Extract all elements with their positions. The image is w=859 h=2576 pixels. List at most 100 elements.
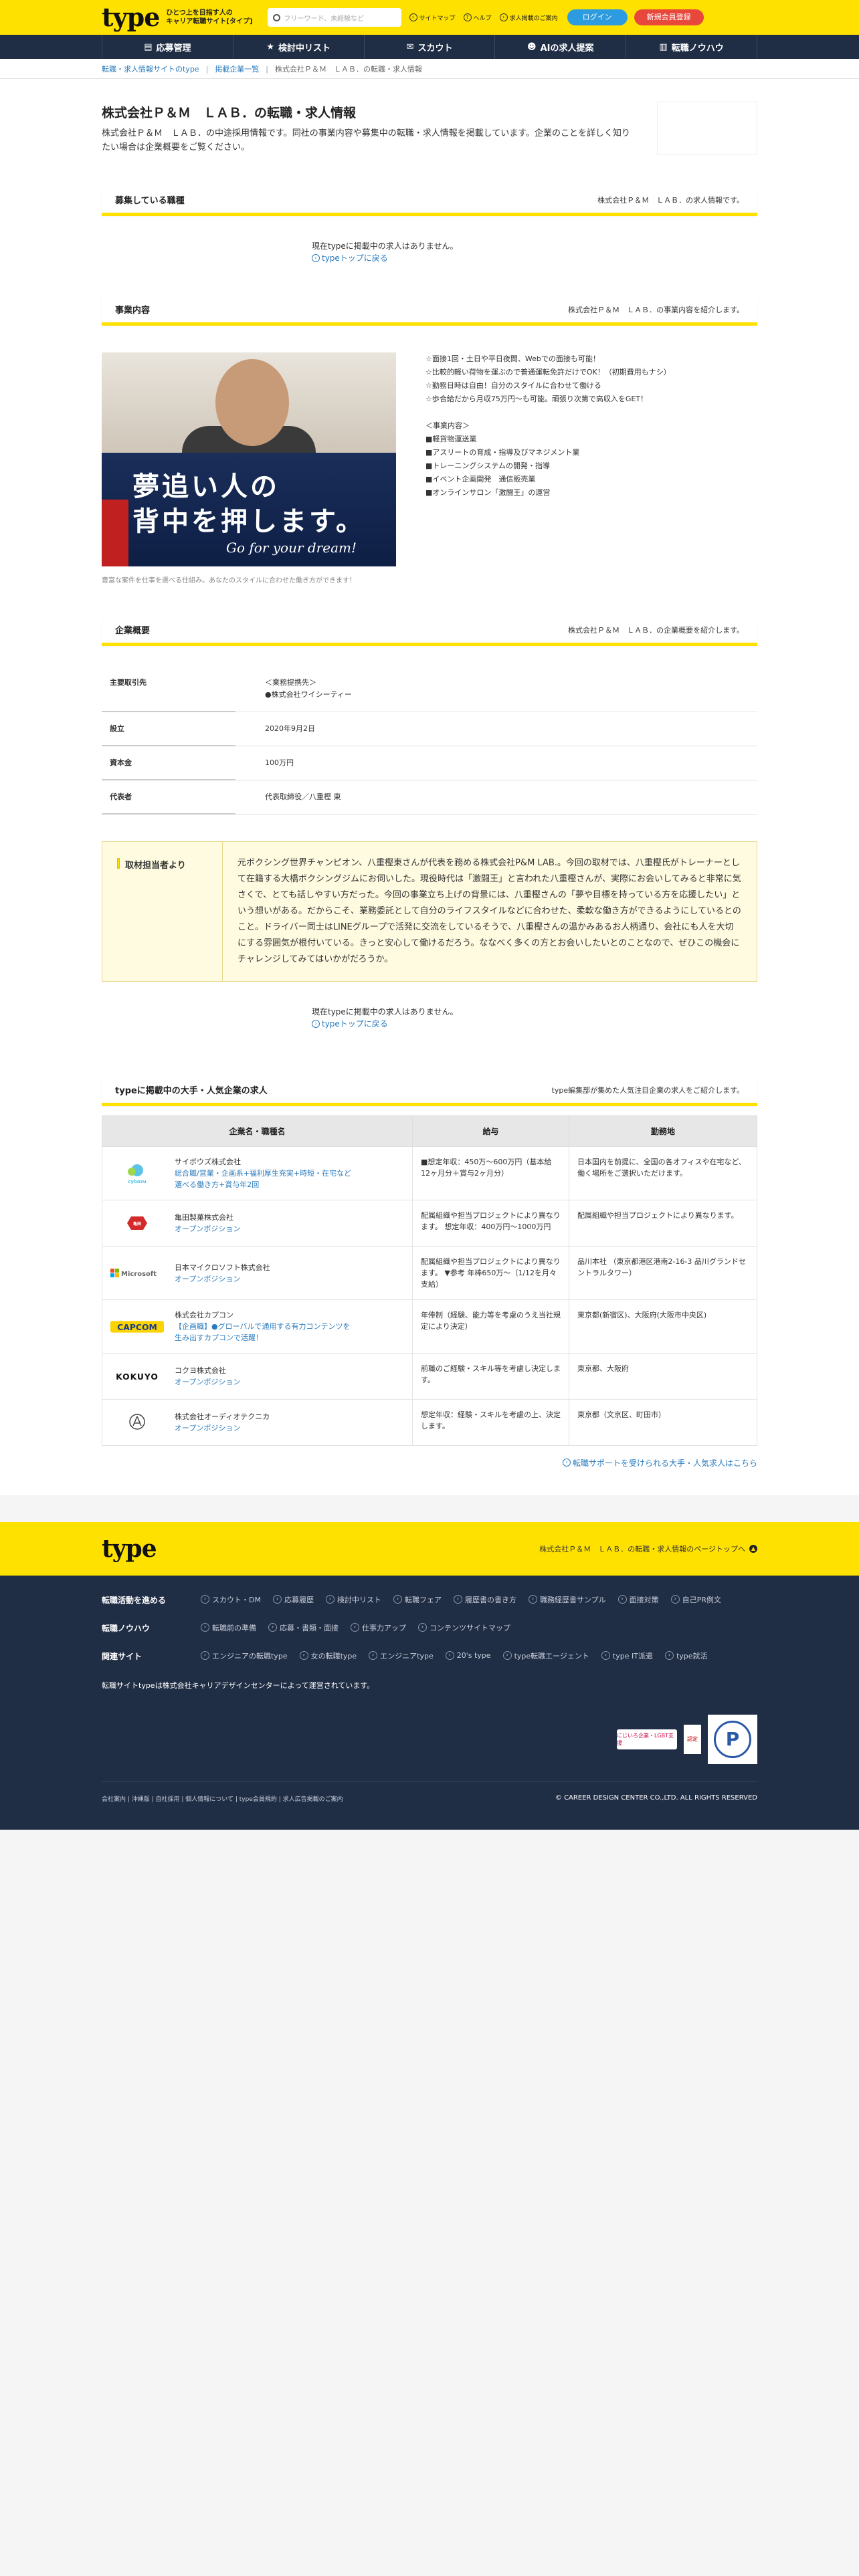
- clipboard-icon: ▤: [144, 41, 153, 52]
- nav-scout[interactable]: ✉ スカウト: [363, 35, 495, 59]
- table-row[interactable]: KOKUYO コクヨ株式会社 オープンポジション 前職のご経験・スキル等を考慮し決…: [102, 1353, 757, 1400]
- footer-link[interactable]: 職務経歴書サンプル: [529, 1594, 606, 1605]
- job-link[interactable]: 【企画職】●グローバルで通用する有力コンテンツを 生み出すカプコンで活躍！: [175, 1321, 351, 1344]
- table-row[interactable]: cybozu サイボウズ株式会社 総合職/営業・企画系+福利厚生充実+時短・在宅な…: [102, 1146, 757, 1200]
- footer-link[interactable]: スカウト・DM: [201, 1594, 261, 1605]
- svg-text:亀田: 亀田: [132, 1221, 141, 1226]
- site-logo[interactable]: type: [102, 5, 160, 30]
- more-popular-jobs-link[interactable]: › 転職サポートを受けられる大手・人気求人はこちら: [562, 1457, 757, 1469]
- register-button[interactable]: 新規会員登録: [634, 9, 704, 25]
- interviewer-label: 取材担当者より: [102, 842, 223, 981]
- rainbow-badge: にじいろ企業・LGBT支援: [617, 1729, 677, 1749]
- back-to-top-link[interactable]: › typeトップに戻る: [312, 1018, 757, 1030]
- chevron-right-icon: ›: [562, 1459, 571, 1467]
- breadcrumb-current: 株式会社Ｐ＆Ｍ ＬＡＢ．の転職・求人情報: [275, 65, 423, 74]
- business-visual: 夢追い人の 背中を押します。 Go for your dream! 豊富な案件を…: [102, 352, 396, 584]
- job-link[interactable]: オープンポジション: [175, 1376, 240, 1388]
- footer-link[interactable]: type転職エージェント: [503, 1650, 589, 1661]
- footer-link[interactable]: type就活: [665, 1650, 708, 1661]
- footer-link[interactable]: コンテンツサイトマップ: [418, 1622, 510, 1633]
- nav-applications[interactable]: ▤ 応募管理: [102, 35, 233, 59]
- table-row: 主要取引先 ＜業務提携先＞ ●株式会社ワイシーティー: [102, 666, 757, 712]
- footer-link[interactable]: 転職フェア: [393, 1594, 442, 1605]
- section-title: 企業概要: [115, 626, 151, 636]
- footer-link[interactable]: 女の転職type: [300, 1650, 357, 1661]
- footer-link[interactable]: 自己PR例文: [671, 1594, 721, 1605]
- section-subtitle: type編集部が集めた人気注目企業の求人をご紹介します。: [551, 1085, 744, 1095]
- interviewer-comment: 取材担当者より 元ボクシング世界チャンピオン、八重樫東さんが代表を務める株式会社…: [102, 841, 757, 982]
- table-header-row: 企業名・職種名 給与 勤務地: [102, 1115, 757, 1147]
- popular-section-header: typeに掲載中の大手・人気企業の求人 type編集部が集めた人気注目企業の求人…: [102, 1077, 757, 1106]
- table-row: 設立 2020年9月2日: [102, 712, 757, 746]
- section-subtitle: 株式会社Ｐ＆Ｍ ＬＡＢ．の事業内容を紹介します。: [568, 305, 744, 314]
- popular-companies-table: 企業名・職種名 給与 勤務地 cybozu サイボウズ株式会社 総合職/営業・企画…: [102, 1115, 757, 1446]
- footer-bottom: 会社案内 | 沖縄版 | 自社採用 | 個人情報について | type会員規約 …: [102, 1781, 757, 1803]
- footer-link[interactable]: 応募・書類・面接: [268, 1622, 339, 1633]
- nav-knowhow[interactable]: ▥ 転職ノウハウ: [626, 35, 757, 59]
- section-title: 募集している職種: [115, 196, 185, 206]
- footer-link[interactable]: エンジニアtype: [369, 1650, 434, 1661]
- footer-bottom-links[interactable]: 会社案内 | 沖縄版 | 自社採用 | 個人情報について | type会員規約 …: [102, 1794, 343, 1803]
- operator-note: 転職サイトtypeは株式会社キャリアデザインセンターによって運営されています。: [102, 1681, 375, 1690]
- global-nav: ▤ 応募管理 ★ 検討中リスト ✉ スカウト ☻ AIの求人提案 ▥ 転職ノウハウ: [0, 35, 859, 59]
- top-header: type ひとつ上を目指す人の キャリア転職サイト[タイプ] フリーワード、未経…: [0, 0, 859, 35]
- login-button[interactable]: ログイン: [567, 9, 628, 25]
- kokuyo-logo: KOKUYO: [110, 1363, 164, 1390]
- footer-logo[interactable]: type: [102, 1537, 157, 1561]
- page-intro: 株式会社Ｐ＆Ｍ ＬＡＢ．の中途採用情報です。同社の事業内容や募集中の転職・求人情…: [102, 128, 631, 152]
- nav-favorites[interactable]: ★ 検討中リスト: [232, 35, 364, 59]
- footer-link[interactable]: type IT派遣: [601, 1650, 653, 1661]
- table-row[interactable]: 株式会社オーディオテクニカ オープンポジション 想定年収：経験・スキルを考慮の上、…: [102, 1399, 757, 1446]
- job-link[interactable]: オープンポジション: [175, 1422, 270, 1434]
- breadcrumb-separator: |: [205, 64, 209, 74]
- job-link[interactable]: オープンポジション: [175, 1223, 240, 1235]
- table-row[interactable]: CAPCOM 株式会社カプコン 【企画職】●グローバルで通用する有力コンテンツを …: [102, 1299, 757, 1354]
- nav-ai-suggest[interactable]: ☻ AIの求人提案: [494, 35, 626, 59]
- section-title: typeに掲載中の大手・人気企業の求人: [115, 1086, 268, 1096]
- footer-link[interactable]: 仕事力アップ: [351, 1622, 406, 1633]
- business-description: ☆面接1回・土日や平日夜間、Webでの面接も可能！ ☆比較的軽い荷物を運ぶので普…: [425, 354, 671, 497]
- footer-link[interactable]: 検討中リスト: [326, 1594, 381, 1605]
- svg-text:CAPCOM: CAPCOM: [117, 1322, 157, 1331]
- footer-row: 関連サイト エンジニアの転職type 女の転職type エンジニアtype 20…: [102, 1650, 757, 1668]
- chevron-right-icon: ›: [499, 13, 508, 21]
- help-link[interactable]: ? ヘルプ: [463, 13, 492, 22]
- footer-link[interactable]: 履歴書の書き方: [454, 1594, 516, 1605]
- breadcrumb-home[interactable]: 転職・求人情報サイトのtype: [102, 64, 199, 74]
- microsoft-logo: Microsoft: [110, 1260, 164, 1287]
- question-icon: ?: [463, 13, 472, 21]
- image-caption: 豊富な案件を仕事を選べる仕組み。あなたのスタイルに合わせた働き方ができます！: [102, 577, 356, 584]
- breadcrumb: 転職・求人情報サイトのtype | 掲載企業一覧 | 株式会社Ｐ＆Ｍ ＬＡＢ．の…: [0, 59, 859, 79]
- footer-link[interactable]: エンジニアの転職type: [201, 1650, 288, 1661]
- ai-icon: ☻: [527, 41, 537, 52]
- search-input[interactable]: フリーワード、未経験など: [267, 8, 401, 27]
- business-section-header: 事業内容 株式会社Ｐ＆Ｍ ＬＡＢ．の事業内容を紹介します。: [102, 296, 757, 326]
- breadcrumb-separator: |: [266, 64, 269, 74]
- capcom-logo: CAPCOM: [110, 1313, 164, 1340]
- breadcrumb-company-list[interactable]: 掲載企業一覧: [215, 64, 259, 74]
- footer-link[interactable]: 20's type: [446, 1650, 491, 1661]
- privacy-mark-badge: P: [708, 1714, 757, 1764]
- jobs-section-header: 募集している職種 株式会社Ｐ＆Ｍ ＬＡＢ．の求人情報です。: [102, 187, 757, 216]
- job-link[interactable]: 総合職/営業・企画系+福利厚生充実+時短・在宅など 選べる働き方+賞与年2回: [175, 1168, 351, 1190]
- copyright: © CAREER DESIGN CENTER CO.,LTD. ALL RIGH…: [555, 1794, 757, 1802]
- footer-link[interactable]: 面接対策: [618, 1594, 659, 1605]
- site-footer: 転職活動を進める スカウト・DM 応募履歴 検討中リスト 転職フェア 履歴書の書…: [0, 1575, 859, 1830]
- certified-badge: 認定: [684, 1724, 701, 1754]
- sitemap-link[interactable]: › サイトマップ: [409, 13, 456, 22]
- page-top-link[interactable]: 株式会社Ｐ＆Ｍ ＬＡＢ．の転職・求人情報のページトップへ ▲: [539, 1543, 757, 1554]
- image-tagline: Go for your dream!: [226, 540, 357, 556]
- main-content: 株式会社Ｐ＆Ｍ ＬＡＢ．の転職・求人情報 株式会社Ｐ＆Ｍ ＬＡＢ．の中途採用情報…: [0, 79, 859, 1495]
- footer-link[interactable]: 転職前の準備: [201, 1622, 256, 1633]
- table-row[interactable]: Microsoft 日本マイクロソフト株式会社 オープンポジション 配属組織や担当…: [102, 1246, 757, 1300]
- back-to-top-link[interactable]: › typeトップに戻る: [312, 252, 757, 264]
- no-jobs-message: 現在typeに掲載中の求人はありません。 › typeトップに戻る: [312, 1006, 757, 1030]
- arrow-up-icon: ▲: [749, 1544, 757, 1553]
- table-row[interactable]: 亀田 亀田製菓株式会社 オープンポジション 配属組織や担当プロジェクトにより異なり…: [102, 1200, 757, 1247]
- job-posting-link[interactable]: › 求人掲載のご案内: [499, 13, 558, 22]
- job-link[interactable]: オープンポジション: [175, 1273, 270, 1285]
- star-icon: ★: [266, 41, 275, 52]
- site-tagline: ひとつ上を目指す人の キャリア転職サイト[タイプ]: [166, 9, 253, 25]
- footer-link[interactable]: 応募履歴: [273, 1594, 314, 1605]
- audio-technica-logo: [110, 1409, 164, 1436]
